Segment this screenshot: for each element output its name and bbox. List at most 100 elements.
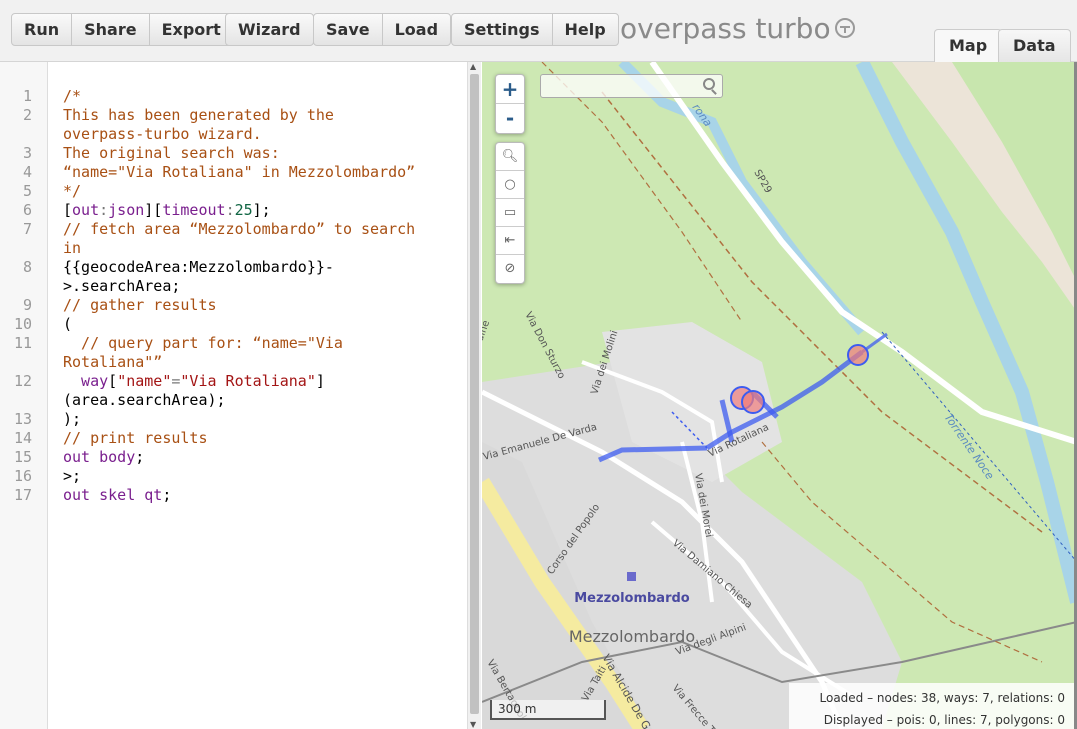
code-line: /* <box>63 87 82 105</box>
code-line: “name="Via Rotaliana" in Mezzolombardo” <box>63 163 416 181</box>
code-token: out body <box>63 448 136 466</box>
code-token: timeout <box>162 201 226 219</box>
line-number: 7 <box>22 220 32 238</box>
code-token: ; <box>162 486 172 504</box>
code-token: "Via Rotaliana" <box>180 372 316 390</box>
code-token: out <box>72 201 100 219</box>
code-line: // gather results <box>63 296 217 314</box>
line-number: 6 <box>22 201 32 219</box>
code-line: (area.searchArea); <box>63 391 226 409</box>
line-number: 15 <box>13 448 32 466</box>
map-label-town-bold: Mezzolombardo <box>574 591 690 606</box>
zoom-to-data-icon[interactable]: 🔍︎ <box>496 143 524 171</box>
line-number: 17 <box>13 486 32 504</box>
scrollbar-thumb[interactable] <box>470 74 479 714</box>
zoom-control: + - <box>495 74 525 134</box>
export-button[interactable]: Export <box>150 14 233 45</box>
line-number: 2 <box>22 106 32 124</box>
code-token: out skel qt <box>63 486 163 504</box>
map-search-input[interactable] <box>540 74 723 98</box>
code-line: Rotaliana"” <box>63 353 163 371</box>
map-view[interactable]: Mezzolombardo Mezzolombardo SP29 Via Rot… <box>482 62 1077 729</box>
code-line: way["name"="Via Rotaliana"] <box>63 372 325 391</box>
code-line: ( <box>63 315 73 333</box>
displayed-stats: Displayed – pois: 0, lines: 7, polygons:… <box>789 709 1065 729</box>
search-icon[interactable] <box>703 78 715 90</box>
query-editor[interactable]: 1 2 3 4 5 6 7 8 9 10 11 12 13 14 15 16 1… <box>0 62 481 729</box>
line-number-gutter: 1 2 3 4 5 6 7 8 9 10 11 12 13 14 15 16 1… <box>0 62 48 729</box>
code-token: ; <box>135 448 145 466</box>
line-number: 5 <box>22 182 32 200</box>
map-tools-control: 🔍︎ ○ ▭ ⇤ ⊘ <box>495 142 525 284</box>
code-line: // print results <box>63 429 208 447</box>
file-group: Save Load <box>313 13 452 46</box>
line-number: 3 <box>22 144 32 162</box>
scale-bar: 300 m <box>490 700 606 720</box>
code-token: way <box>63 372 109 390</box>
map-label-town: Mezzolombardo <box>569 627 695 646</box>
code-token: [ <box>108 372 118 390</box>
loaded-stats: Loaded – nodes: 38, ways: 7, relations: … <box>789 687 1066 709</box>
line-number: 9 <box>22 296 32 314</box>
code-line: out skel qt; <box>63 486 171 505</box>
load-button[interactable]: Load <box>383 14 450 45</box>
code-line: in <box>63 239 82 257</box>
code-token: ]; <box>252 201 271 219</box>
tab-map[interactable]: Map <box>934 29 1003 62</box>
settings-group: Settings Help <box>451 13 619 46</box>
code-token: 25 <box>234 201 253 219</box>
scroll-up-arrow-icon[interactable]: ▲ <box>470 62 476 71</box>
code-line: >.searchArea; <box>63 277 181 295</box>
code-token: ] <box>315 372 325 390</box>
clear-icon[interactable]: ⊘ <box>496 255 524 283</box>
code-token: : <box>225 201 235 219</box>
loaded-label: Loaded <box>819 691 864 705</box>
line-number: 14 <box>13 429 32 447</box>
wizard-button[interactable]: Wizard <box>226 14 313 45</box>
code-token: json <box>108 201 145 219</box>
steering-wheel-icon <box>834 18 855 38</box>
app-logo-text: overpass turbo <box>620 12 831 45</box>
locate-icon[interactable]: ○ <box>496 171 524 199</box>
help-button[interactable]: Help <box>553 14 618 45</box>
code-line: out body; <box>63 448 144 467</box>
image-export-icon[interactable]: ▭ <box>496 199 524 227</box>
code-line: >; <box>63 467 82 485</box>
main-actions-group: Run Share Export <box>11 13 234 46</box>
code-token: : <box>99 201 109 219</box>
run-button[interactable]: Run <box>12 14 73 45</box>
settings-button[interactable]: Settings <box>452 14 553 45</box>
tab-data[interactable]: Data <box>998 29 1071 62</box>
code-line: {{geocodeArea:Mezzolombardo}}- <box>63 258 334 276</box>
line-number: 10 <box>13 315 32 333</box>
loaded-values: – nodes: 38, ways: 7, relations: 0 <box>863 691 1065 705</box>
displayed-label: Displayed <box>823 713 883 727</box>
code-line: // fetch area “Mezzolombardo” to search <box>63 220 416 238</box>
line-number: 12 <box>13 372 32 390</box>
line-number: 16 <box>13 467 32 485</box>
fullscreen-icon[interactable]: ⇤ <box>496 227 524 255</box>
code-token: "name" <box>117 372 172 390</box>
share-button[interactable]: Share <box>72 14 150 45</box>
scroll-down-arrow-icon[interactable]: ▼ <box>470 720 476 729</box>
line-number: 4 <box>22 163 32 181</box>
code-line: */ <box>63 182 82 200</box>
app-logo: overpass turbo <box>620 12 855 45</box>
code-line: [out:json][timeout:25]; <box>63 201 271 220</box>
data-stats: Loaded – nodes: 38, ways: 7, relations: … <box>789 683 1077 729</box>
code-line: // query part for: “name="Via <box>63 334 343 352</box>
save-button[interactable]: Save <box>314 14 383 45</box>
line-number: 8 <box>22 258 32 276</box>
displayed-values: – pois: 0, lines: 7, polygons: 0 <box>882 713 1065 727</box>
wizard-group: Wizard <box>225 13 314 46</box>
map-tiles: Mezzolombardo Mezzolombardo SP29 Via Rot… <box>482 62 1077 729</box>
editor-scrollbar[interactable]: ▲ ▼ <box>467 62 481 729</box>
code-token: ][ <box>144 201 163 219</box>
zoom-in-button[interactable]: + <box>496 75 524 104</box>
code-line: ); <box>63 410 82 428</box>
code-token: [ <box>63 201 73 219</box>
line-number: 11 <box>13 334 32 352</box>
line-number: 13 <box>13 410 32 428</box>
code-line: This has been generated by the <box>63 106 334 124</box>
zoom-out-button[interactable]: - <box>496 104 524 133</box>
